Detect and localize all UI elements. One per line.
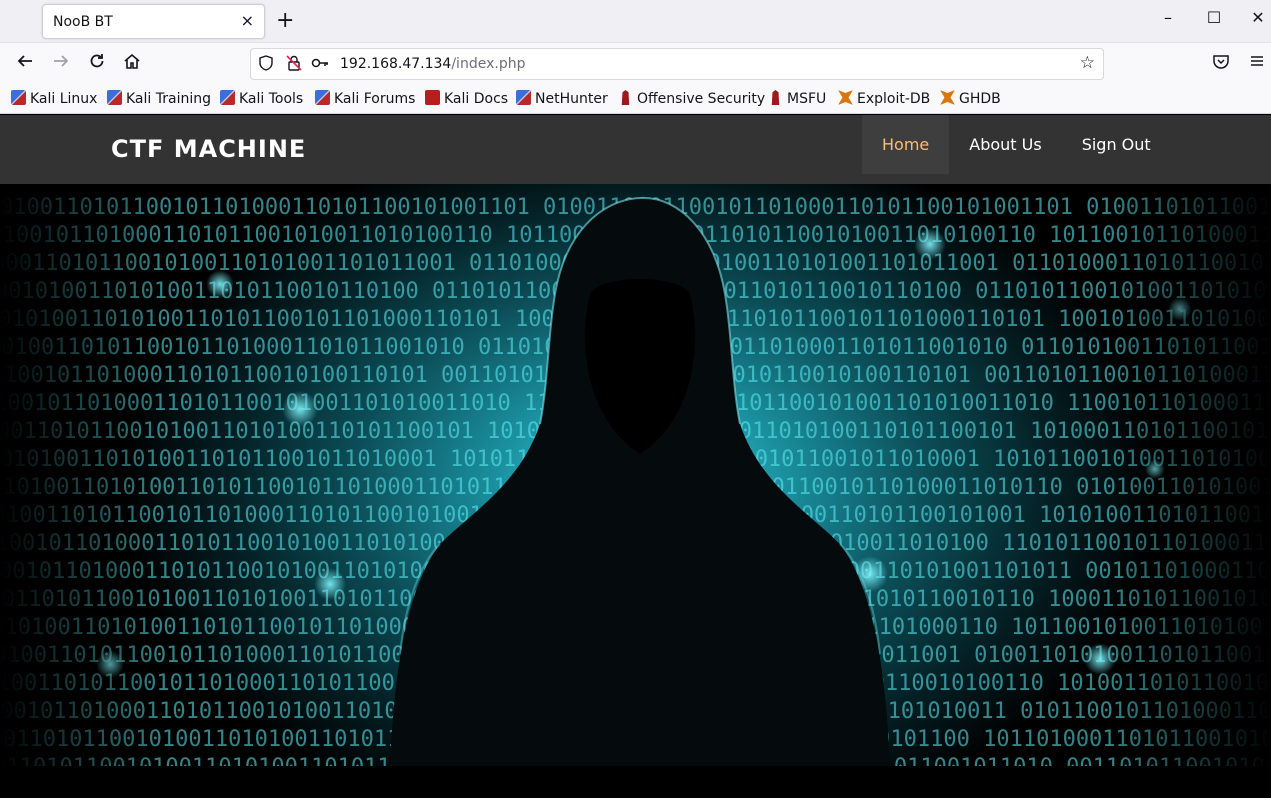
- nav-home[interactable]: Home: [862, 115, 950, 174]
- url-path: /index.php: [451, 56, 526, 72]
- bookmark-kali-training[interactable]: Kali Training: [107, 90, 211, 108]
- bookmark-kali-linux[interactable]: Kali Linux: [11, 90, 97, 108]
- page-bottom-area: [0, 766, 1271, 798]
- browser-toolbar: 192.168.47.134/index.php ☆: [0, 42, 1271, 84]
- hero-image: 0100110101100101101000110101100101001101…: [0, 184, 1271, 766]
- insecure-lock-icon[interactable]: [285, 55, 303, 73]
- address-bar[interactable]: 192.168.47.134/index.php ☆: [250, 48, 1104, 80]
- tab-title: NooB BT: [53, 14, 113, 30]
- close-tab-icon[interactable]: ×: [241, 13, 254, 29]
- menu-icon[interactable]: [1249, 53, 1265, 74]
- bookmarks-toolbar: Kali Linux Kali Training Kali Tools Kali…: [0, 84, 1271, 114]
- docs-icon: [425, 90, 440, 105]
- kali-icon: [220, 90, 235, 105]
- bookmark-label: Kali Docs: [444, 91, 509, 107]
- forward-icon[interactable]: [49, 52, 73, 76]
- bookmark-msfu[interactable]: MSFU: [768, 90, 826, 108]
- bookmark-label: Kali Training: [126, 91, 211, 107]
- bookmark-offensive-security[interactable]: Offensive Security: [618, 90, 765, 108]
- bookmark-label: Kali Forums: [334, 91, 416, 107]
- bookmark-label: MSFU: [787, 91, 827, 107]
- nav-sign-out[interactable]: Sign Out: [1062, 115, 1171, 174]
- shield-icon[interactable]: [257, 55, 275, 73]
- browser-tab[interactable]: NooB BT ×: [42, 4, 265, 39]
- key-icon[interactable]: [311, 55, 329, 73]
- bookmark-kali-tools[interactable]: Kali Tools: [220, 90, 303, 108]
- bookmark-label: Offensive Security: [637, 91, 766, 107]
- bookmark-label: GHDB: [959, 91, 1001, 107]
- close-window-button[interactable]: ✕: [1238, 6, 1271, 30]
- url-host: 192.168.47.134: [340, 56, 452, 72]
- site-header: CTF MACHINE Home About Us Sign Out: [0, 115, 1271, 184]
- site-nav: Home About Us Sign Out: [862, 115, 1171, 174]
- bookmark-label: Exploit-DB: [857, 91, 931, 107]
- nav-about-us[interactable]: About Us: [949, 115, 1061, 174]
- spider-icon: [940, 90, 955, 105]
- kali-icon: [315, 90, 330, 105]
- new-tab-button[interactable]: +: [276, 10, 294, 32]
- hacker-illustration: 0100110101100101101000110101100101001101…: [0, 184, 1271, 766]
- bookmark-exploit-db[interactable]: Exploit-DB: [838, 90, 930, 108]
- bookmark-ghdb[interactable]: GHDB: [940, 90, 1001, 108]
- bookmark-nethunter[interactable]: NetHunter: [516, 90, 608, 108]
- browser-tab-strip: NooB BT × + – ☐ ✕: [0, 0, 1271, 42]
- back-icon[interactable]: [13, 52, 37, 76]
- minimize-window-button[interactable]: –: [1148, 6, 1188, 30]
- bookmark-kali-forums[interactable]: Kali Forums: [315, 90, 415, 108]
- bookmark-label: Kali Linux: [30, 91, 98, 107]
- home-icon[interactable]: [120, 52, 144, 76]
- spider-icon: [838, 90, 853, 105]
- bookmark-kali-docs[interactable]: Kali Docs: [425, 90, 508, 108]
- pocket-icon[interactable]: [1212, 53, 1230, 76]
- reload-icon[interactable]: [85, 52, 109, 76]
- offsec-icon: [621, 90, 630, 105]
- url-text[interactable]: 192.168.47.134/index.php: [340, 56, 525, 72]
- kali-icon: [516, 90, 531, 105]
- bookmark-star-icon[interactable]: ☆: [1080, 54, 1095, 72]
- site-brand[interactable]: CTF MACHINE: [111, 135, 306, 163]
- bookmark-label: NetHunter: [535, 91, 608, 107]
- offsec-icon: [771, 90, 780, 105]
- maximize-window-button[interactable]: ☐: [1194, 6, 1234, 30]
- bookmark-label: Kali Tools: [239, 91, 304, 107]
- kali-icon: [11, 90, 26, 105]
- kali-icon: [107, 90, 122, 105]
